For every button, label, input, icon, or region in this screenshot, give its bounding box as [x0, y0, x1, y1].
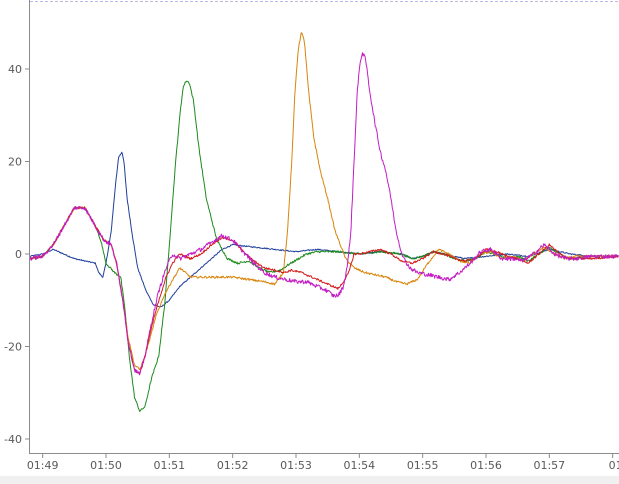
x-tick-label: 01:49: [27, 459, 59, 472]
x-tick-label: 01:56: [470, 459, 502, 472]
x-tick-label: 01:5: [609, 459, 619, 472]
x-tick-label: 01:57: [533, 459, 565, 472]
x-tick-label: 01:53: [280, 459, 312, 472]
plot-background: [0, 0, 619, 484]
x-tick-label: 01:52: [217, 459, 249, 472]
y-tick-label: -40: [4, 433, 22, 446]
chart-container: 40 20 0 -20 -40 01:49 01:50 01:51 01:52 01:53 01:…: [0, 0, 619, 484]
y-tick-label: 0: [15, 248, 22, 261]
x-tick-label: 01:54: [343, 459, 375, 472]
x-tick-label: 01:55: [407, 459, 439, 472]
y-tick-label: 20: [8, 156, 22, 169]
y-tick-label: -20: [4, 341, 22, 354]
x-tick-label: 01:50: [90, 459, 122, 472]
bottom-scroll-strip: [0, 476, 619, 484]
x-tick-label: 01:51: [153, 459, 185, 472]
y-tick-label: 40: [8, 63, 22, 76]
chart-svg: 40 20 0 -20 -40 01:49 01:50 01:51 01:52 01:53 01:…: [0, 0, 619, 484]
